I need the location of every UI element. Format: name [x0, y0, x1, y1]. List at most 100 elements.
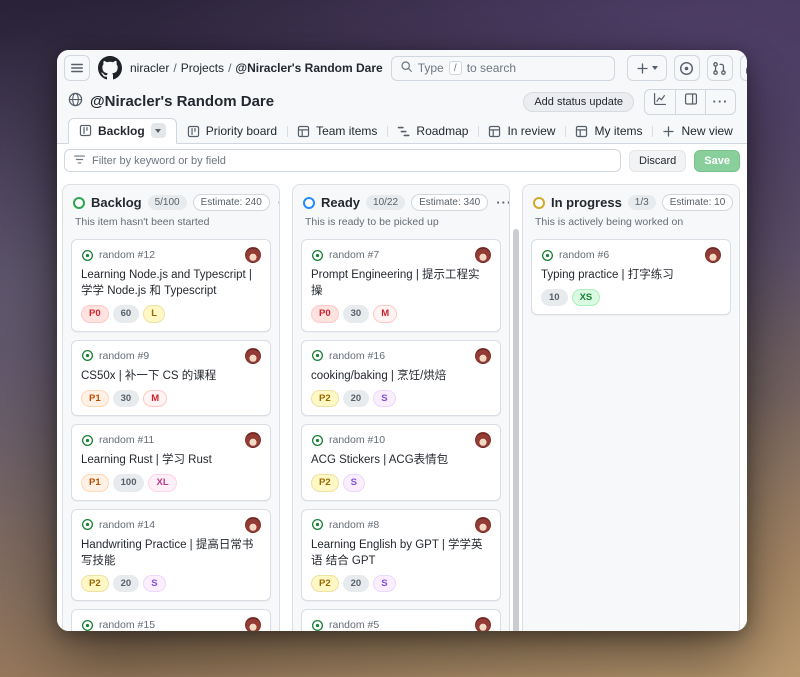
card-random-8[interactable]: random #8 Learning English by GPT | 学学英语 …: [301, 509, 501, 602]
assignee-avatar[interactable]: [475, 517, 491, 533]
pull-requests-button[interactable]: [707, 55, 733, 81]
card-ref[interactable]: random #14: [99, 519, 155, 531]
tab-roadmap[interactable]: Roadmap: [387, 120, 478, 143]
card-title[interactable]: Prompt Engineering | 提示工程实操: [311, 267, 491, 299]
assignee-avatar[interactable]: [475, 348, 491, 364]
inbox-button[interactable]: [740, 55, 747, 81]
label-pill: P2: [311, 390, 339, 407]
discard-button[interactable]: Discard: [629, 150, 686, 172]
card-random-14[interactable]: random #14 Handwriting Practice | 提高日常书写技…: [71, 509, 271, 602]
card-ref[interactable]: random #11: [99, 434, 154, 446]
graph-icon: [653, 92, 667, 111]
card-header: random #9: [81, 348, 261, 364]
board-icon: [79, 124, 92, 137]
label-pill: 20: [343, 390, 370, 407]
label-pill: P2: [81, 575, 109, 592]
card-title[interactable]: Handwriting Practice | 提高日常书写技能: [81, 537, 261, 569]
card-title[interactable]: ACG Stickers | ACG表情包: [311, 452, 491, 468]
project-menu-button[interactable]: ···: [705, 90, 735, 114]
card-ref[interactable]: random #15: [99, 619, 155, 631]
card-ref[interactable]: random #8: [329, 519, 379, 531]
label-pill: 100: [113, 474, 145, 491]
tab-label: Priority board: [206, 124, 277, 138]
card-random-6[interactable]: random #6Typing practice | 打字练习10XS: [531, 239, 731, 315]
issue-opened-icon: [81, 249, 94, 262]
card-random-10[interactable]: random #10ACG Stickers | ACG表情包P2S: [301, 424, 501, 500]
column-in-progress: In progress1/3Estimate: 10···This is act…: [522, 184, 740, 631]
assignee-avatar[interactable]: [245, 348, 261, 364]
column-menu-button[interactable]: ···: [494, 195, 510, 210]
card-ref[interactable]: random #5: [329, 619, 379, 631]
tab-options-button[interactable]: [151, 123, 166, 138]
card-ref[interactable]: random #6: [559, 249, 609, 261]
card-title[interactable]: Learning Rust | 学习 Rust: [81, 452, 261, 468]
card-title[interactable]: Typing practice | 打字练习: [541, 267, 721, 283]
card-ref[interactable]: random #16: [329, 350, 385, 362]
assignee-avatar[interactable]: [245, 517, 261, 533]
hamburger-menu-button[interactable]: [64, 55, 90, 81]
filter-input[interactable]: Filter by keyword or by field: [64, 149, 621, 172]
assignee-avatar[interactable]: [705, 247, 721, 263]
card-header: random #8: [311, 517, 491, 533]
card-random-5[interactable]: random #5Leetcode 40 Problems | Leetcode…: [301, 609, 501, 631]
assignee-avatar[interactable]: [475, 432, 491, 448]
global-header: niracler / Projects / @Niracler's Random…: [57, 50, 747, 86]
card-header: random #5: [311, 617, 491, 631]
breadcrumb-projects[interactable]: Projects: [181, 61, 224, 75]
assignee-avatar[interactable]: [475, 247, 491, 263]
issue-opened-icon: [311, 349, 324, 362]
tab-label: In review: [507, 124, 555, 138]
plus-icon: [662, 125, 675, 138]
tab-priority-board[interactable]: Priority board: [177, 120, 287, 143]
tab-label: Team items: [316, 124, 377, 138]
card-title[interactable]: Learning English by GPT | 学学英语 结合 GPT: [311, 537, 491, 569]
tab-backlog[interactable]: Backlog: [68, 118, 177, 144]
card-title[interactable]: CS50x | 补一下 CS 的课程: [81, 368, 261, 384]
column-menu-button[interactable]: ···: [276, 195, 280, 210]
breadcrumb-project-name[interactable]: @Niracler's Random Dare: [235, 61, 382, 75]
card-header: random #14: [81, 517, 261, 533]
issue-opened-icon: [81, 349, 94, 362]
label-pill: P2: [311, 474, 339, 491]
breadcrumb-user[interactable]: niracler: [130, 61, 169, 75]
github-projects-window: niracler / Projects / @Niracler's Random…: [57, 50, 747, 631]
card-random-15[interactable]: random #15Drawing Skills Training | 画画技能…: [71, 609, 271, 631]
assignee-avatar[interactable]: [475, 617, 491, 631]
card-random-7[interactable]: random #7Prompt Engineering | 提示工程实操P030…: [301, 239, 501, 332]
card-random-9[interactable]: random #9 CS50x | 补一下 CS 的课程 P130M: [71, 340, 271, 416]
board: Backlog5/100Estimate: 240···This item ha…: [57, 177, 747, 631]
card-ref[interactable]: random #9: [99, 350, 149, 362]
ready-column-scrollbar[interactable]: [513, 229, 519, 631]
card-ref[interactable]: random #10: [329, 434, 385, 446]
github-logo-icon[interactable]: [98, 56, 122, 80]
assignee-avatar[interactable]: [245, 617, 261, 631]
column-menu-button[interactable]: ···: [739, 195, 740, 210]
label-pill: P0: [311, 305, 339, 322]
card-labels: P220S: [311, 390, 491, 407]
card-random-16[interactable]: random #16 cooking/baking | 烹饪/烘焙 P220S: [301, 340, 501, 416]
assignee-avatar[interactable]: [245, 247, 261, 263]
column-status-icon: [73, 197, 85, 209]
card-title[interactable]: cooking/baking | 烹饪/烘焙: [311, 368, 491, 384]
assignee-avatar[interactable]: [245, 432, 261, 448]
filter-placeholder: Filter by keyword or by field: [92, 155, 226, 167]
create-new-button[interactable]: [627, 55, 667, 81]
side-panel-button[interactable]: [675, 90, 705, 114]
new-view-button[interactable]: New view: [652, 120, 742, 143]
card-labels: P130M: [81, 390, 261, 407]
issues-button[interactable]: [674, 55, 700, 81]
card-ref[interactable]: random #12: [99, 249, 155, 261]
save-button[interactable]: Save: [694, 150, 740, 172]
search-icon: [400, 60, 413, 76]
card-title[interactable]: Learning Node.js and Typescript | 学学 Nod…: [81, 267, 261, 299]
card-random-11[interactable]: random #11Learning Rust | 学习 RustP1100XL: [71, 424, 271, 500]
add-status-update-button[interactable]: Add status update: [523, 92, 634, 112]
column-backlog: Backlog5/100Estimate: 240···This item ha…: [62, 184, 280, 631]
card-random-12[interactable]: random #12 Learning Node.js and Typescrip…: [71, 239, 271, 332]
tab-in-review[interactable]: In review: [478, 120, 565, 143]
card-ref[interactable]: random #7: [329, 249, 379, 261]
insights-button[interactable]: [645, 90, 675, 114]
tab-my-items[interactable]: My items: [565, 120, 652, 143]
global-search-input[interactable]: Type / to search: [391, 56, 615, 81]
tab-team-items[interactable]: Team items: [287, 120, 387, 143]
